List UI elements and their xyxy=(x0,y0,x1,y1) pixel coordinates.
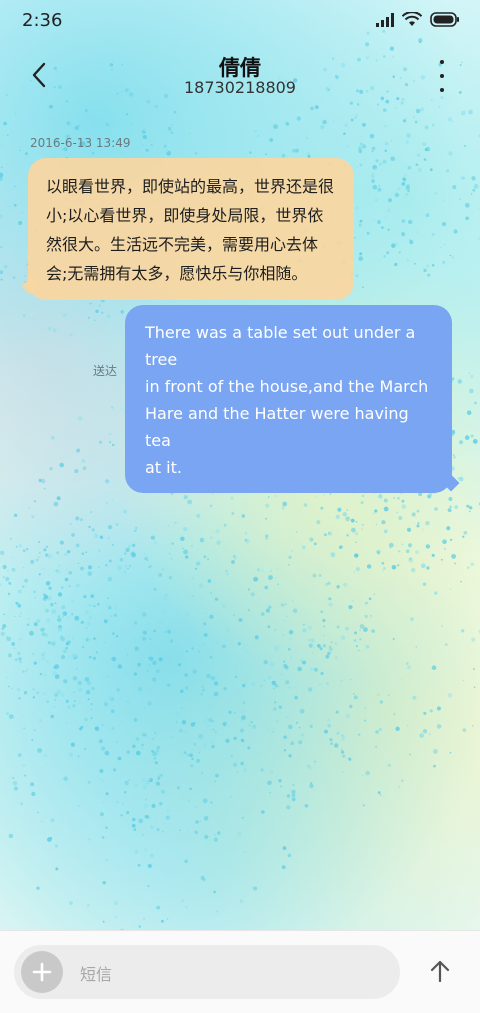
message-input-placeholder: 短信 xyxy=(80,965,113,984)
status-icons xyxy=(376,12,460,27)
received-message-line: 会;无需拥有太多，愿快乐与你相随。 xyxy=(46,264,308,283)
message-input[interactable]: 短信 xyxy=(14,945,400,999)
signal-icon xyxy=(376,12,394,27)
delivery-status: 送达 xyxy=(93,364,118,378)
plus-icon xyxy=(32,962,52,982)
battery-icon xyxy=(430,12,459,27)
messaging-screen: 2:36 倩倩 18730218809 2016-6-13 13:49 以眼看世… xyxy=(0,0,480,1013)
status-time: 2:36 xyxy=(22,10,63,31)
wifi-icon xyxy=(402,12,422,26)
received-message-line: 然很大。生活远不完美，需要用心去体 xyxy=(46,235,319,254)
sent-message-line: There was a table set out under a tree xyxy=(145,323,416,369)
more-options-button[interactable] xyxy=(430,60,454,92)
send-button[interactable] xyxy=(420,951,460,991)
message-composer: 短信 xyxy=(0,930,480,1013)
status-bar: 2:36 xyxy=(0,0,480,40)
conversation-header: 倩倩 18730218809 xyxy=(0,44,480,108)
more-vertical-icon xyxy=(440,60,444,64)
message-timestamp: 2016-6-13 13:49 xyxy=(30,136,131,150)
sent-message-line: Hare and the Hatter were having tea xyxy=(145,404,409,450)
sent-message-line: at it. xyxy=(145,458,182,477)
add-attachment-button[interactable] xyxy=(21,951,63,993)
contact-phone-number: 18730218809 xyxy=(184,78,296,97)
received-message-line: 以眼看世界，即使站的最高，世界还是很 xyxy=(46,177,335,196)
received-message-bubble[interactable]: 以眼看世界，即使站的最高，世界还是很 小;以心看世界，即使身处局限，世界依 然很… xyxy=(28,158,354,300)
received-message-line: 小;以心看世界，即使身处局限，世界依 xyxy=(46,206,324,225)
sent-message-bubble[interactable]: There was a table set out under a tree i… xyxy=(125,305,452,493)
background-speckles xyxy=(0,29,480,940)
arrow-up-icon xyxy=(430,960,450,983)
sent-message-line: in front of the house,and the March xyxy=(145,377,429,396)
